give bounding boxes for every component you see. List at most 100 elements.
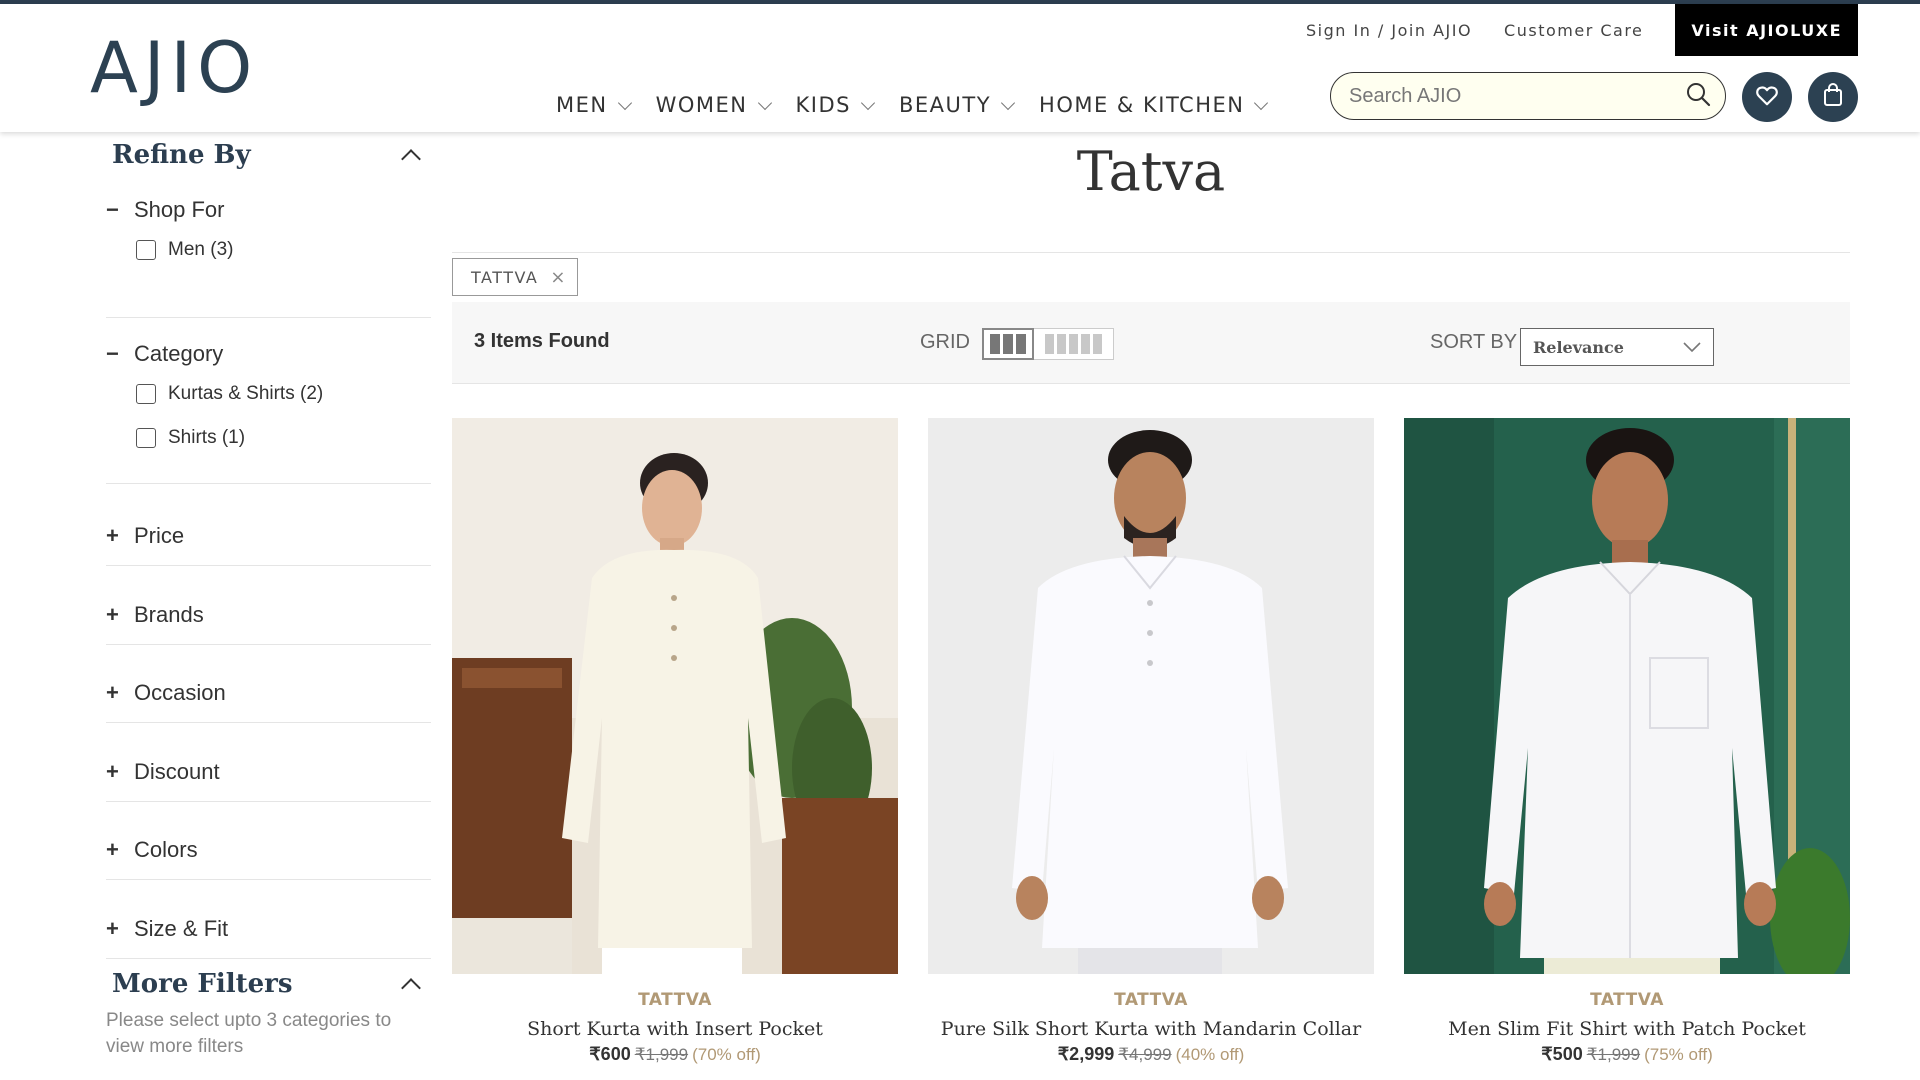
filter-label: Size & Fit <box>134 916 229 941</box>
wishlist-button[interactable] <box>1742 72 1792 122</box>
search-input[interactable] <box>1349 84 1685 108</box>
bag-button[interactable] <box>1808 72 1858 122</box>
chevron-up-icon[interactable] <box>401 978 421 998</box>
main-nav: MEN WOMEN KIDS BEAUTY HOME & KITCHEN <box>556 88 1292 122</box>
chevron-down-icon <box>860 95 876 111</box>
nav-label: KIDS <box>795 93 851 117</box>
sort-by-label: SORT BY <box>1430 331 1518 353</box>
filter-option-men[interactable]: Men (3) <box>136 228 431 272</box>
divider <box>452 252 1850 253</box>
price-discount: (70% off) <box>692 1045 761 1064</box>
filter-size-fit[interactable]: + Size & Fit <box>106 901 431 959</box>
product-brand: TATTVA <box>1590 990 1664 1010</box>
chevron-down-icon <box>1000 95 1016 111</box>
filter-label: Colors <box>134 837 198 862</box>
filter-option-kurtas-shirts[interactable]: Kurtas & Shirts (2) <box>136 372 431 416</box>
chevron-up-icon[interactable] <box>401 149 421 169</box>
applied-filters: TATTVA × <box>452 258 578 296</box>
site-header: AJIO Sign In / Join AJIO Customer Care V… <box>0 4 1920 132</box>
filter-label: Occasion <box>134 680 226 705</box>
filter-price[interactable]: + Price <box>106 508 431 566</box>
option-label: Shirts (1) <box>168 427 246 448</box>
product-image[interactable] <box>928 418 1374 974</box>
checkbox[interactable] <box>136 428 156 448</box>
filter-label: Discount <box>134 759 220 784</box>
search-box <box>1330 72 1726 120</box>
shop-for-toggle[interactable]: − Shop For <box>106 192 431 228</box>
chevron-down-icon <box>1254 95 1269 111</box>
filter-discount[interactable]: + Discount <box>106 744 431 802</box>
sort-by-select[interactable]: Relevance <box>1520 328 1714 366</box>
product-name[interactable]: Pure Silk Short Kurta with Mandarin Coll… <box>928 1018 1374 1040</box>
filter-colors[interactable]: + Colors <box>106 822 431 880</box>
filter-label: Brands <box>134 602 204 627</box>
filter-label: Shop For <box>134 197 225 222</box>
chevron-down-icon <box>1683 338 1701 357</box>
occasion-toggle[interactable]: + Occasion <box>106 675 431 711</box>
sort-value: Relevance <box>1533 337 1624 357</box>
visit-ajioluxe-button[interactable]: Visit AJIOLUXE <box>1675 4 1858 56</box>
nav-kids[interactable]: KIDS <box>795 88 876 122</box>
nav-home-kitchen[interactable]: HOME & KITCHEN <box>1039 88 1269 122</box>
more-filters-title: More Filters <box>112 969 293 999</box>
product-name[interactable]: Short Kurta with Insert Pocket <box>452 1018 898 1040</box>
plus-icon: + <box>106 680 119 705</box>
refine-by-header[interactable]: Refine By <box>112 132 422 178</box>
price-mrp: ₹4,999 <box>1118 1045 1172 1064</box>
nav-label: WOMEN <box>655 93 748 117</box>
colors-toggle[interactable]: + Colors <box>106 832 431 868</box>
results-toolbar: 3 Items Found GRID SORT BY Relevance <box>452 302 1850 384</box>
bag-icon <box>1821 82 1845 112</box>
ajio-logo[interactable]: AJIO <box>90 28 258 108</box>
product-card[interactable]: TATTVA Short Kurta with Insert Pocket ₹6… <box>452 418 898 1065</box>
price-toggle[interactable]: + Price <box>106 518 431 554</box>
customer-care-link[interactable]: Customer Care <box>1504 21 1643 40</box>
brands-toggle[interactable]: + Brands <box>106 597 431 633</box>
nav-men[interactable]: MEN <box>556 88 632 122</box>
product-price: ₹600 ₹1,999 (70% off) <box>452 1044 898 1065</box>
nav-beauty[interactable]: BEAUTY <box>898 88 1016 122</box>
price-mrp: ₹1,999 <box>634 1045 689 1064</box>
filter-occasion[interactable]: + Occasion <box>106 665 431 723</box>
filter-shop-for: − Shop For Men (3) <box>106 192 431 318</box>
product-price: ₹2,999 ₹4,999 (40% off) <box>928 1044 1374 1065</box>
filter-chip-tattva[interactable]: TATTVA × <box>452 258 578 296</box>
sign-in-link[interactable]: Sign In / Join AJIO <box>1306 21 1472 40</box>
product-price: ₹500 ₹1,999 (75% off) <box>1404 1044 1850 1065</box>
filter-option-shirts[interactable]: Shirts (1) <box>136 416 431 460</box>
chevron-down-icon <box>757 95 772 111</box>
price-current: ₹500 <box>1541 1044 1583 1064</box>
product-image[interactable] <box>452 418 898 974</box>
size-fit-toggle[interactable]: + Size & Fit <box>106 911 431 947</box>
refine-by-title: Refine By <box>112 140 251 170</box>
checkbox[interactable] <box>136 384 156 404</box>
filter-label: Price <box>134 523 185 548</box>
price-current: ₹600 <box>589 1044 631 1064</box>
chevron-down-icon <box>617 95 632 111</box>
product-card[interactable]: TATTVA Pure Silk Short Kurta with Mandar… <box>928 418 1374 1065</box>
product-name[interactable]: Men Slim Fit Shirt with Patch Pocket <box>1404 1018 1850 1040</box>
plus-icon: + <box>106 523 119 548</box>
chip-label: TATTVA <box>471 267 539 287</box>
close-icon[interactable]: × <box>550 267 567 288</box>
category-toggle[interactable]: − Category <box>106 336 431 372</box>
nav-label: BEAUTY <box>898 93 992 117</box>
product-brand: TATTVA <box>638 990 712 1010</box>
product-image[interactable] <box>1404 418 1850 974</box>
nav-label: MEN <box>556 93 608 117</box>
more-filters-header[interactable]: More Filters <box>112 964 422 1004</box>
more-filters-note: Please select upto 3 categories to view … <box>106 1010 392 1057</box>
nav-women[interactable]: WOMEN <box>655 88 772 122</box>
checkbox[interactable] <box>136 240 156 260</box>
grid-3-columns-button[interactable] <box>982 328 1034 360</box>
grid-5-columns-button[interactable] <box>1034 328 1114 360</box>
product-card[interactable]: TATTVA Men Slim Fit Shirt with Patch Poc… <box>1404 418 1850 1065</box>
search-icon[interactable] <box>1685 81 1711 111</box>
plus-icon: + <box>106 602 119 627</box>
discount-toggle[interactable]: + Discount <box>106 754 431 790</box>
price-mrp: ₹1,999 <box>1586 1045 1641 1064</box>
filter-brands[interactable]: + Brands <box>106 587 431 645</box>
option-label: Men (3) <box>168 239 234 260</box>
heart-icon <box>1754 82 1780 112</box>
price-discount: (40% off) <box>1175 1045 1245 1064</box>
